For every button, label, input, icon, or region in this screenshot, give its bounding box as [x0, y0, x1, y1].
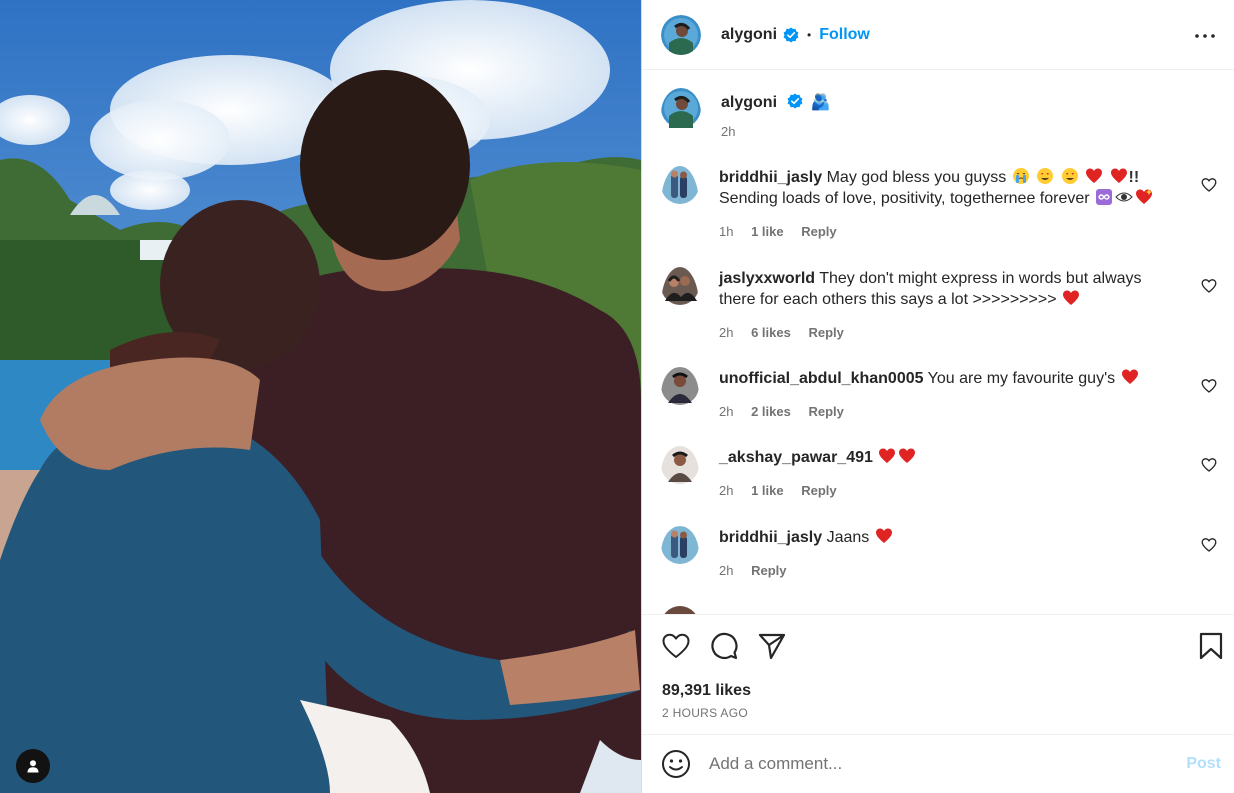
caption-username[interactable]: alygoni	[721, 94, 777, 111]
emoji-red-heart-icon	[877, 448, 897, 466]
commenter-avatar[interactable]	[661, 526, 699, 581]
commenter-avatar[interactable]	[661, 267, 699, 343]
comment-time: 2h	[719, 325, 734, 340]
comment-username[interactable]: briddhii_jasly	[719, 169, 822, 186]
author-avatar[interactable]	[661, 88, 701, 139]
comment-username[interactable]: briddhii_jasly	[719, 529, 822, 546]
comment-item: unofficial_abdul_khan0005 You are my fav…	[661, 367, 1221, 422]
heart-icon[interactable]	[1201, 177, 1217, 193]
verified-badge-icon	[787, 93, 803, 109]
comment-composer: Post	[642, 734, 1234, 793]
post-caption: alygoni 🫂 2h	[661, 88, 831, 139]
comment-username[interactable]: jaslyxxworld	[719, 270, 815, 287]
post-button[interactable]: Post	[1186, 755, 1221, 773]
separator-dot: •	[807, 27, 812, 42]
reply-button[interactable]: Reply	[808, 325, 843, 340]
send-icon[interactable]	[757, 631, 787, 661]
comment-likes-count[interactable]: 6 likes	[751, 325, 791, 340]
comment-text: You are my favourite guy's	[927, 370, 1116, 387]
user-tag-icon[interactable]	[16, 749, 50, 783]
reply-button[interactable]: Reply	[801, 483, 836, 498]
comment-time: 1h	[719, 224, 734, 239]
author-username[interactable]: alygoni	[721, 26, 777, 44]
reply-button[interactable]: Reply	[808, 404, 843, 419]
comment-text-line2: Sending loads of love, positivity, toget…	[719, 190, 1090, 207]
comment-item: _akshay_pawar_491 2h 1 like Reply	[661, 446, 1221, 501]
bookmark-icon[interactable]	[1196, 631, 1226, 661]
author-avatar[interactable]	[661, 14, 701, 55]
comment-text: May god bless you guyss	[826, 169, 1007, 186]
comments-list[interactable]: alygoni 🫂 2h briddhii_jasly May god bles…	[642, 71, 1234, 614]
emoji-double-exclamation-icon: !!	[1128, 169, 1140, 186]
heart-icon[interactable]	[1201, 457, 1217, 473]
emoji-red-heart-icon	[897, 448, 917, 466]
heart-icon[interactable]	[1201, 378, 1217, 394]
post-header: alygoni • Follow	[642, 0, 1234, 70]
post-side-panel: alygoni • Follow alygoni 🫂 2h briddhii_j…	[641, 0, 1234, 793]
emoji-eye-icon	[1114, 190, 1134, 207]
comment-time: 2h	[719, 404, 734, 419]
post-timestamp: 2 HOURS AGO	[662, 706, 748, 720]
comment-likes-count[interactable]: 2 likes	[751, 404, 791, 419]
comment-likes-count[interactable]: 1 like	[751, 483, 784, 498]
comment-bubble-icon[interactable]	[709, 631, 739, 661]
comment-text-line2: there for each others this says a lot >>…	[719, 291, 1057, 308]
comment-username[interactable]: unofficial_abdul_khan0005	[719, 370, 924, 387]
emoji-heart-sparkle-icon	[1134, 189, 1154, 207]
emoji-red-heart-icon	[874, 528, 894, 546]
caption-text: 🫂	[810, 94, 831, 111]
reply-button[interactable]: Reply	[801, 224, 836, 239]
commenter-avatar[interactable]	[661, 367, 699, 422]
likes-count[interactable]: 89,391 likes	[662, 682, 751, 700]
comment-time: 2h	[719, 483, 734, 498]
emoji-red-heart-icon	[1120, 369, 1140, 387]
comment-input[interactable]	[709, 754, 1149, 774]
emoji-crying-icon	[1006, 168, 1030, 186]
comment-text: They don't might express in words but al…	[819, 270, 1142, 287]
caption-time: 2h	[721, 124, 736, 139]
post-actions: 89,391 likes 2 HOURS AGO	[642, 614, 1234, 734]
emoji-heart-eyes-icon	[1031, 168, 1055, 186]
comment-text: Jaans	[826, 529, 870, 546]
smiley-icon[interactable]	[661, 749, 691, 779]
comment-item: briddhii_jasly May god bless you guyss !…	[661, 166, 1221, 242]
reply-button[interactable]: Reply	[751, 563, 786, 578]
heart-icon[interactable]	[1201, 537, 1217, 553]
post-photo[interactable]	[0, 0, 641, 793]
emoji-infinity-icon	[1094, 189, 1114, 207]
emoji-heart-eyes-icon	[1055, 168, 1079, 186]
emoji-red-heart-icon	[1104, 168, 1128, 186]
commenter-avatar[interactable]	[661, 446, 699, 501]
more-options-icon[interactable]	[1193, 24, 1217, 48]
emoji-red-heart-icon	[1061, 290, 1081, 308]
follow-button[interactable]: Follow	[819, 26, 870, 44]
heart-icon[interactable]	[661, 631, 691, 661]
emoji-red-heart-icon	[1080, 168, 1104, 186]
commenter-avatar[interactable]	[661, 166, 699, 242]
comment-likes-count[interactable]: 1 like	[751, 224, 784, 239]
comment-username[interactable]: _akshay_pawar_491	[719, 449, 873, 466]
comment-item: briddhii_jasly Jaans 2h Reply	[661, 526, 1221, 581]
comment-item: jaslyxxworld They don't might express in…	[661, 267, 1221, 343]
commenter-avatar[interactable]	[661, 606, 699, 614]
heart-icon[interactable]	[1201, 278, 1217, 294]
verified-badge-icon	[783, 27, 799, 42]
comment-time: 2h	[719, 563, 734, 578]
